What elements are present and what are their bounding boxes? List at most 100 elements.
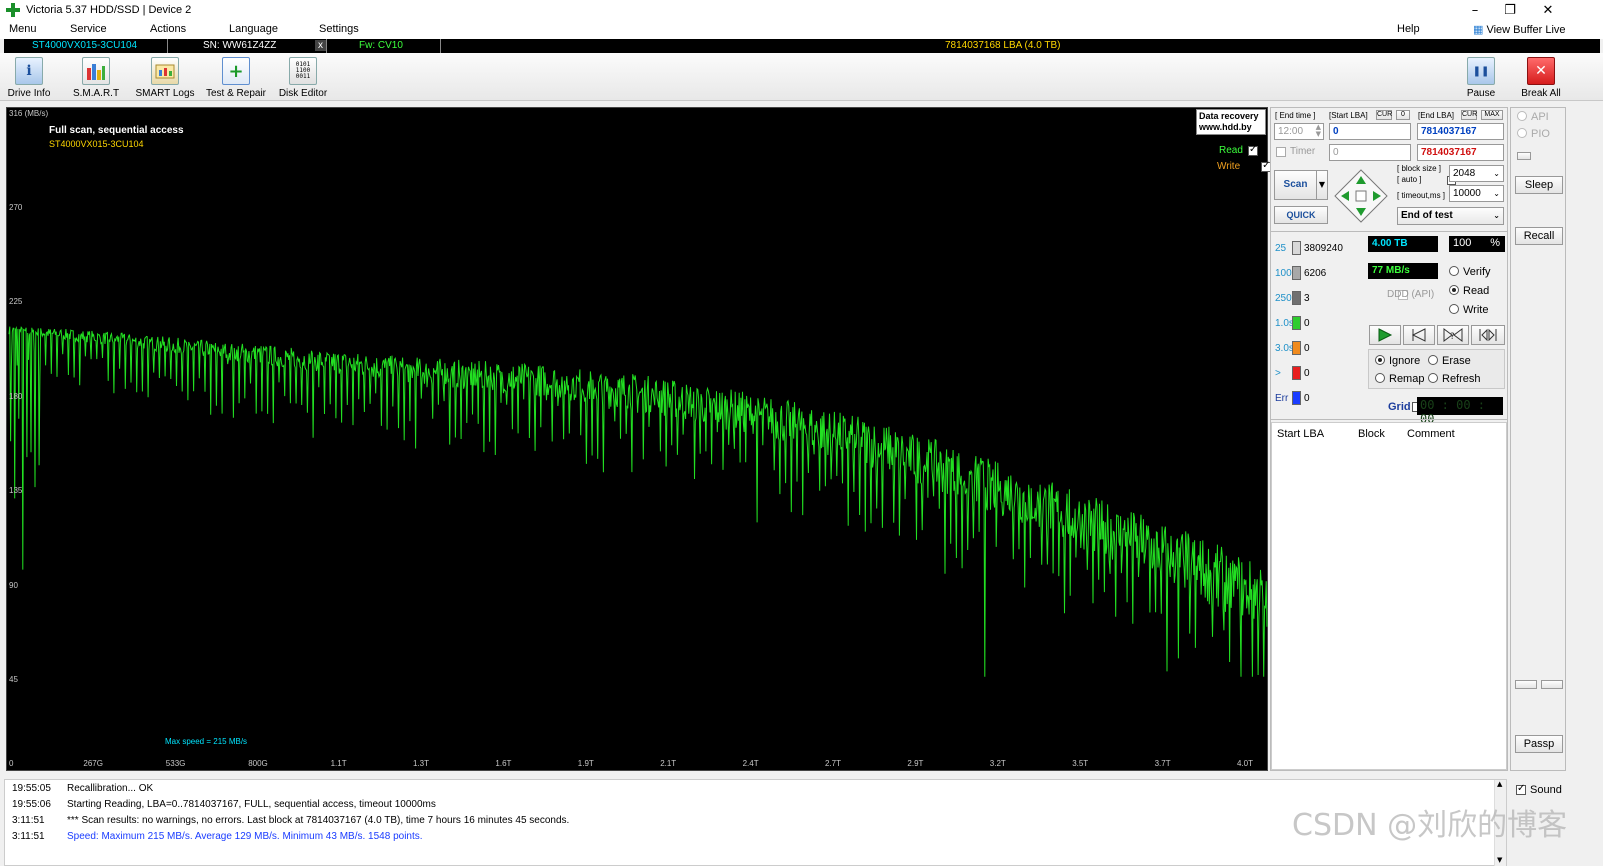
smart-logs-button[interactable]: SMART Logs — [135, 57, 195, 99]
timer-input[interactable]: 0 — [1329, 144, 1411, 161]
sound-checkbox[interactable] — [1516, 783, 1526, 795]
data-recovery-badge[interactable]: Data recovery www.hdd.by — [1196, 109, 1266, 135]
pio-radio[interactable]: PIO — [1517, 128, 1550, 140]
log-row: 3:11:51 *** Scan results: no warnings, no… — [5, 813, 1495, 829]
verify-radio-circle — [1449, 266, 1459, 276]
scroll-down-icon[interactable]: ▼ — [1497, 856, 1502, 864]
end-lba-2-input[interactable]: 7814037167 — [1417, 144, 1504, 161]
block-stat-swatch[interactable] — [1292, 341, 1301, 355]
block-stat-swatch[interactable] — [1292, 391, 1301, 405]
log-panel[interactable]: 19:55:05 Recallibration... OK 19:55:06 Star… — [4, 779, 1507, 866]
disk-editor-button[interactable]: 0101 1100 0011 Disk Editor — [277, 57, 329, 99]
ignore-radio[interactable]: Ignore — [1375, 355, 1420, 367]
percent-sign: % — [1490, 237, 1500, 249]
block-stat-swatch[interactable] — [1292, 266, 1301, 280]
elapsed-clock: 00 : 00 : 00 — [1417, 397, 1503, 426]
menu-item-settings[interactable]: Settings — [319, 23, 359, 35]
column-header-start-lba[interactable]: Start LBA — [1277, 428, 1324, 440]
end-lba-max-button[interactable]: MAX — [1481, 110, 1503, 120]
direction-pad-icon[interactable] — [1333, 168, 1389, 224]
x-tick-label: 1.9T — [577, 759, 594, 768]
chevron-down-icon: ⌄ — [1493, 189, 1500, 198]
skip-button[interactable]: ? — [1437, 325, 1469, 345]
divider — [1271, 419, 1508, 420]
drive-serial: SN: WW61Z4ZZ — [203, 40, 277, 51]
block-stat-label: Err — [1275, 393, 1289, 404]
menu-item-service[interactable]: Service — [70, 23, 107, 35]
view-buffer-toggle[interactable]: ▦ View Buffer Live — [1473, 23, 1566, 36]
side-panel: API PIO Sleep Recall Passp — [1510, 107, 1566, 771]
block-stat-count: 3809240 — [1304, 243, 1343, 254]
column-header-block[interactable]: Block — [1358, 428, 1385, 440]
defects-table[interactable]: Start LBA Block Comment — [1271, 422, 1507, 770]
drive-info-button[interactable]: i Drive Info — [5, 57, 53, 99]
spinner-icon[interactable]: ▲ ▼ — [1316, 124, 1321, 138]
menu-item-actions[interactable]: Actions — [150, 23, 186, 35]
start-lba-cur-button[interactable]: CUR — [1376, 110, 1392, 120]
block-stat-swatch[interactable] — [1292, 316, 1301, 330]
break-all-label: Break All — [1521, 88, 1561, 99]
scan-dropdown-arrow-icon[interactable]: ▼ — [1316, 170, 1328, 200]
end-lba-input[interactable]: 7814037167 — [1417, 123, 1504, 140]
minimize-button[interactable]: – — [1455, 0, 1495, 22]
restore-button[interactable]: ❐ — [1490, 0, 1530, 22]
sleep-button[interactable]: Sleep — [1515, 176, 1563, 194]
close-device-button[interactable]: x — [315, 40, 326, 51]
close-button[interactable]: ✕ — [1528, 0, 1568, 22]
small-left-button[interactable] — [1515, 680, 1537, 689]
timeout-select[interactable]: 10000 ⌄ — [1449, 185, 1504, 202]
x-tick-label: 1.6T — [495, 759, 512, 768]
recall-button[interactable]: Recall — [1515, 227, 1563, 245]
x-tick-label: 0 — [9, 759, 14, 768]
play-button[interactable] — [1369, 325, 1401, 345]
write-radio[interactable]: Write — [1449, 304, 1488, 316]
smart-button[interactable]: S.M.A.R.T — [70, 57, 122, 99]
legend-read-checkbox[interactable] — [1248, 144, 1258, 156]
block-stat-count: 0 — [1304, 343, 1310, 354]
menu-item-help[interactable]: Help — [1397, 23, 1420, 35]
x-tick-label: 2.4T — [742, 759, 759, 768]
rewind-button[interactable] — [1403, 325, 1435, 345]
scroll-up-icon[interactable]: ▲ — [1497, 780, 1502, 788]
log-row: 19:55:05 Recallibration... OK — [5, 781, 1495, 797]
refresh-label: Refresh — [1442, 373, 1481, 385]
read-speed-line — [8, 325, 1268, 677]
menu-item-language[interactable]: Language — [229, 23, 278, 35]
passp-button[interactable]: Passp — [1515, 735, 1563, 753]
start-lba-header: [Start LBA] — [1329, 111, 1368, 120]
timeout-header: [ timeout,ms ] — [1397, 191, 1446, 200]
y-tick-label: 225 — [9, 297, 23, 306]
speed-graph: 316 (MB/s) 270 225 180 135 90 45 Full sc… — [6, 107, 1272, 771]
remap-radio[interactable]: Remap — [1375, 373, 1424, 385]
end-of-test-select[interactable]: End of test ⌄ — [1397, 207, 1504, 225]
quick-button[interactable]: QUICK — [1274, 206, 1328, 224]
scan-button[interactable]: Scan — [1274, 170, 1317, 200]
test-repair-button[interactable]: + Test & Repair — [204, 57, 268, 99]
drive-model[interactable]: ST4000VX015-3CU104 — [32, 40, 137, 51]
block-stat-swatch[interactable] — [1292, 291, 1301, 305]
end-time-input[interactable]: 12:00 ▲ ▼ — [1274, 123, 1324, 140]
small-toggle-button[interactable] — [1517, 152, 1531, 160]
percent-display: 100% — [1449, 236, 1505, 252]
start-lba-zero-button[interactable]: 0 — [1396, 110, 1410, 120]
break-all-button[interactable]: ✕ Break All — [1518, 57, 1564, 99]
start-lba-input[interactable]: 0 — [1329, 123, 1411, 140]
test-repair-label: Test & Repair — [205, 88, 267, 99]
to-end-button[interactable] — [1471, 325, 1505, 345]
block-stat-swatch[interactable] — [1292, 366, 1301, 380]
erase-label: Erase — [1442, 355, 1471, 367]
refresh-radio[interactable]: Refresh — [1428, 373, 1481, 385]
menu-item-menu[interactable]: Menu — [9, 23, 37, 35]
api-radio[interactable]: API — [1517, 111, 1549, 123]
block-size-select[interactable]: 2048 ⌄ — [1449, 165, 1504, 182]
block-stat-swatch[interactable] — [1292, 241, 1301, 255]
timer-checkbox[interactable] — [1276, 147, 1286, 157]
verify-radio[interactable]: Verify — [1449, 266, 1491, 278]
read-radio[interactable]: Read — [1449, 285, 1489, 297]
pause-button[interactable]: ❚❚ Pause — [1462, 57, 1500, 99]
erase-radio[interactable]: Erase — [1428, 355, 1471, 367]
column-header-comment[interactable]: Comment — [1407, 428, 1455, 440]
divider — [440, 39, 441, 53]
small-right-button[interactable] — [1541, 680, 1563, 689]
end-lba-cur-button[interactable]: CUR — [1461, 110, 1477, 120]
